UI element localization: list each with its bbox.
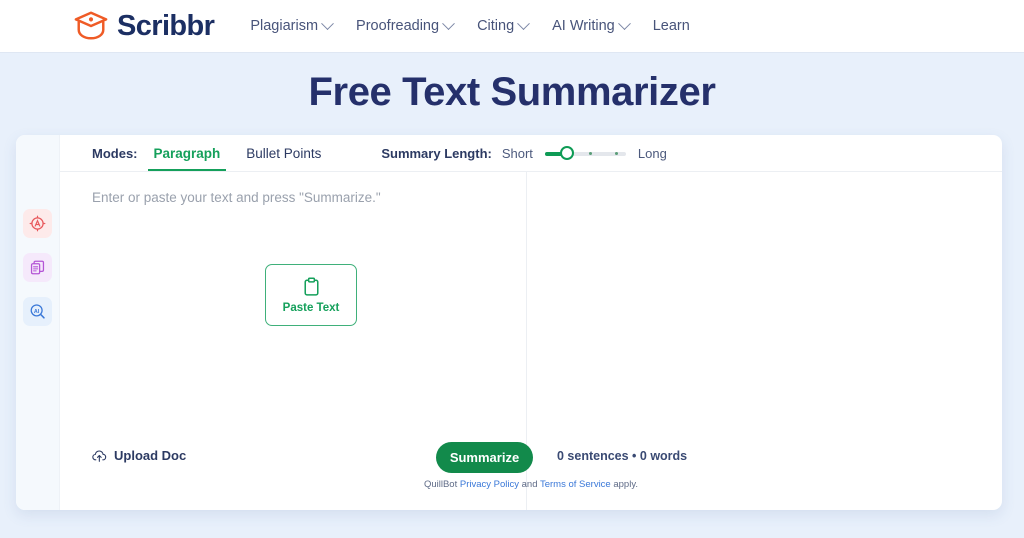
legal-middle: and: [519, 479, 540, 490]
nav-item-proofreading[interactable]: Proofreading: [356, 16, 455, 34]
slider-short-label: Short: [501, 145, 533, 161]
plagiarism-checker-icon: [29, 215, 46, 232]
nav-label: AI Writing: [552, 18, 615, 34]
site-header: Scribbr Plagiarism Proofreading Citing A…: [0, 0, 1024, 53]
nav-label: Learn: [652, 18, 690, 34]
legal-notice: QuillBot Privacy Policy and Terms of Ser…: [60, 479, 1002, 490]
mode-tab-paragraph[interactable]: Paragraph: [147, 137, 227, 171]
paste-text-button[interactable]: Paste Text: [265, 264, 357, 326]
nav-label: Plagiarism: [250, 18, 319, 34]
paste-text-label: Paste Text: [282, 301, 340, 314]
upload-doc-button[interactable]: Upload Doc: [92, 448, 186, 463]
rail-item-plagiarism-checker[interactable]: [23, 209, 52, 238]
terms-of-service-link[interactable]: Terms of Service: [540, 479, 611, 490]
upload-doc-label: Upload Doc: [114, 448, 187, 463]
privacy-policy-link[interactable]: Privacy Policy: [460, 479, 519, 490]
rail-item-paraphraser[interactable]: [23, 253, 52, 282]
legal-prefix: QuillBot: [423, 479, 460, 490]
word-count-status: 0 sentences • 0 words: [557, 449, 688, 463]
legal-suffix: apply.: [610, 479, 639, 490]
editor-bottom-bar: Upload Doc Summarize 0 sentences • 0 wor…: [60, 430, 1002, 510]
clipboard-icon: [303, 276, 319, 296]
nav-item-plagiarism[interactable]: Plagiarism: [250, 16, 334, 34]
editor-toolbar: Modes: Paragraph Bullet Points Summary L…: [60, 135, 1002, 172]
summary-length-label: Summary Length:: [381, 145, 492, 161]
brand-name: Scribbr: [117, 9, 215, 42]
svg-text:AI: AI: [34, 309, 40, 315]
summarizer-card: AI Modes: Paragraph Bullet Points Summar…: [16, 135, 1002, 510]
tool-rail: AI: [16, 135, 60, 510]
tool-rail-items: AI: [23, 209, 52, 326]
cloud-upload-icon: [92, 449, 107, 462]
page-title: Free Text Summarizer: [308, 70, 716, 114]
chevron-down-icon: [617, 16, 631, 30]
nav-item-citing[interactable]: Citing: [477, 16, 531, 34]
nav-label: Citing: [477, 18, 515, 34]
input-placeholder: Enter or paste your text and press "Summ…: [92, 190, 381, 205]
paraphraser-document-icon: [30, 260, 45, 275]
modes-label: Modes:: [92, 145, 138, 161]
graduation-cap-icon: [74, 11, 108, 40]
slider-long-label: Long: [637, 145, 667, 161]
chevron-down-icon: [442, 16, 455, 30]
nav-item-ai-writing[interactable]: AI Writing: [552, 16, 631, 34]
chevron-down-icon: [321, 16, 334, 30]
nav-item-learn[interactable]: Learn: [653, 18, 690, 34]
summary-length-slider[interactable]: [544, 145, 626, 161]
summarize-button[interactable]: Summarize: [436, 442, 533, 473]
rail-item-ai-detector[interactable]: AI: [23, 297, 52, 326]
nav-label: Proofreading: [356, 18, 440, 34]
main-nav: Plagiarism Proofreading Citing AI Writin…: [250, 16, 690, 34]
ai-detector-magnifier-icon: AI: [30, 304, 45, 319]
chevron-down-icon: [517, 16, 531, 30]
mode-tab-bullet-points[interactable]: Bullet Points: [244, 137, 323, 170]
slider-thumb[interactable]: [559, 146, 574, 160]
page-root: Scribbr Plagiarism Proofreading Citing A…: [0, 0, 1024, 538]
brand-logo[interactable]: Scribbr: [72, 9, 215, 43]
